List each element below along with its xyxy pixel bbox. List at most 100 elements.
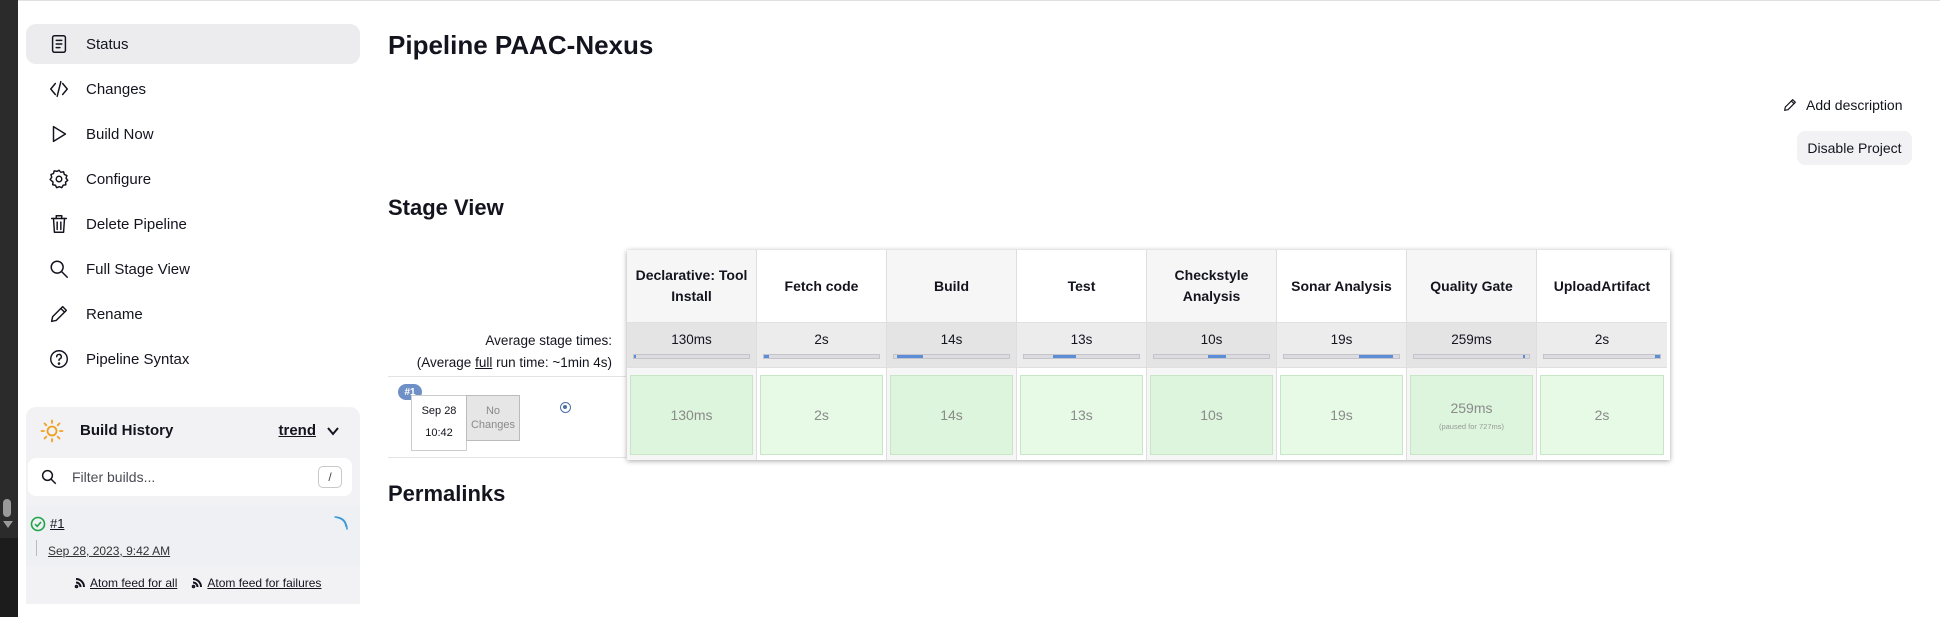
stage-header: Build — [934, 277, 969, 294]
stage-header: Test — [1067, 277, 1096, 294]
document-icon — [48, 33, 70, 55]
stage-run-cell[interactable]: 14s — [890, 375, 1013, 455]
stage-column: Fetch code 2s 2s — [757, 250, 887, 460]
stage-run-cell[interactable]: 19s — [1280, 375, 1403, 455]
search-icon — [41, 469, 57, 485]
success-check-icon — [30, 516, 46, 532]
stage-run-cell[interactable]: 2s — [760, 375, 883, 455]
rss-icon — [74, 578, 85, 589]
stage-average-time-label: 2s — [814, 332, 829, 347]
build-date-link[interactable]: Sep 28, 2023, 9:42 AM — [48, 544, 170, 558]
stage-run-time: 19s — [1330, 407, 1353, 423]
stage-average-time-label: 130ms — [671, 332, 712, 347]
gear-icon — [48, 168, 70, 190]
sidebar-item-label: Full Stage View — [86, 260, 190, 278]
stage-view-table: Declarative: Tool Install 130ms 130ms Fetch… — [627, 250, 1670, 460]
build-entry[interactable]: #1 Sep 28, 2023, 9:42 AM — [26, 506, 360, 566]
pencil-icon — [1784, 99, 1796, 111]
search-icon — [48, 258, 70, 280]
stage-column: Test 13s 13s — [1017, 250, 1147, 460]
trend-link[interactable]: trend — [279, 422, 317, 439]
stage-header: UploadArtifact — [1553, 277, 1651, 294]
stage-run-cell[interactable]: 2s — [1540, 375, 1664, 455]
scroll-down-arrow-icon[interactable] — [3, 521, 13, 528]
sidebar-item-configure[interactable]: Configure — [26, 159, 360, 199]
stage-average-time-label: 259ms — [1451, 332, 1492, 347]
sidebar-item-changes[interactable]: Changes — [26, 69, 360, 109]
page-title: Pipeline PAAC-Nexus — [388, 30, 654, 60]
keyboard-shortcut-hint: / — [318, 466, 342, 488]
sidebar-item-label: Build Now — [86, 125, 154, 143]
sidebar-item-label: Status — [86, 35, 129, 53]
stage-average-time: 19s — [1277, 322, 1406, 368]
average-stage-times-label: Average stage times: (Average full run t… — [417, 330, 612, 374]
stage-header: Declarative: Tool Install — [635, 267, 748, 304]
disable-project-button[interactable]: Disable Project — [1797, 131, 1912, 165]
stage-run-time: 259ms — [1450, 399, 1493, 416]
filter-builds-input[interactable]: Filter builds... / — [28, 458, 352, 496]
sidebar-item-delete-pipeline[interactable]: Delete Pipeline — [26, 204, 360, 244]
stage-run-cell[interactable]: 259ms (paused for 727ms) — [1410, 375, 1533, 455]
sidebar-item-label: Delete Pipeline — [86, 215, 187, 233]
add-description-link[interactable]: Add description — [1782, 97, 1903, 113]
stage-progress-track — [1023, 354, 1140, 359]
scrollbar-thumb[interactable] — [3, 499, 11, 517]
gutter-strip — [0, 538, 18, 617]
sidebar-item-pipeline-syntax[interactable]: Pipeline Syntax — [26, 339, 360, 379]
stage-run-cell[interactable]: 13s — [1020, 375, 1143, 455]
sidebar-item-full-stage-view[interactable]: Full Stage View — [26, 249, 360, 289]
stage-column: Declarative: Tool Install 130ms 130ms — [627, 250, 757, 460]
no-changes-box[interactable]: No Changes — [466, 395, 520, 441]
stage-average-time: 13s — [1017, 322, 1146, 368]
stage-progress-track — [1153, 354, 1270, 359]
stage-header: Checkstyle Analysis — [1174, 267, 1249, 304]
stage-header: Quality Gate — [1430, 277, 1513, 294]
stage-average-time-label: 13s — [1070, 332, 1093, 347]
permalinks-heading: Permalinks — [388, 481, 506, 506]
sidebar-item-rename[interactable]: Rename — [26, 294, 360, 334]
run-time: 10:42 — [425, 427, 453, 439]
atom-feed-failures-label: Atom feed for failures — [207, 576, 322, 590]
stage-column: UploadArtifact 2s 2s — [1537, 250, 1667, 460]
run-details-icon[interactable] — [560, 402, 571, 413]
atom-feed-failures-link[interactable]: Atom feed for failures — [191, 576, 321, 590]
stage-progress-track — [633, 354, 750, 359]
top-divider — [18, 0, 1940, 1]
stage-run-time: 2s — [1594, 407, 1610, 423]
stage-view-heading: Stage View — [388, 195, 504, 220]
stage-progress-fill — [1655, 355, 1660, 358]
stage-progress-track — [1543, 354, 1661, 359]
stage-column: Build 14s 14s — [887, 250, 1017, 460]
atom-feed-all-label: Atom feed for all — [90, 576, 178, 590]
full-run-link[interactable]: full — [475, 355, 492, 370]
sidebar-item-build-now[interactable]: Build Now — [26, 114, 360, 154]
build-number-link[interactable]: #1 — [50, 516, 64, 531]
sidebar-item-status[interactable]: Status — [26, 24, 360, 64]
stage-average-time: 2s — [757, 322, 886, 368]
stage-progress-fill — [1208, 355, 1227, 358]
stage-column: Checkstyle Analysis 10s 10s — [1147, 250, 1277, 460]
run-date-box: Sep 28 10:42 — [411, 395, 467, 451]
stage-average-time-label: 10s — [1200, 332, 1223, 347]
stage-progress-fill — [897, 355, 923, 358]
sun-icon — [40, 419, 64, 442]
loading-spinner-icon — [334, 516, 348, 530]
stage-progress-fill — [1523, 355, 1525, 358]
stage-run-time: 10s — [1200, 407, 1223, 423]
atom-feed-all-link[interactable]: Atom feed for all — [74, 576, 177, 590]
stage-average-time-label: 14s — [940, 332, 963, 347]
stage-average-time: 14s — [887, 322, 1016, 368]
avg-suffix: run time: ~1min 4s) — [492, 355, 612, 370]
stage-run-cell[interactable]: 10s — [1150, 375, 1273, 455]
stage-run-time: 130ms — [670, 407, 713, 423]
build-history-title: Build History — [80, 422, 174, 439]
stage-header: Sonar Analysis — [1291, 277, 1392, 294]
sidebar-item-label: Pipeline Syntax — [86, 350, 190, 368]
avg-prefix: (Average — [416, 355, 476, 370]
pencil-icon — [48, 303, 70, 325]
stage-run-cell[interactable]: 130ms — [630, 375, 753, 455]
stage-run-time: 2s — [814, 407, 829, 423]
build-history-panel: Filter builds... / #1 Sep 28, 2023, 9:42… — [26, 454, 360, 604]
chevron-down-icon[interactable] — [326, 424, 340, 438]
play-icon — [48, 123, 70, 145]
